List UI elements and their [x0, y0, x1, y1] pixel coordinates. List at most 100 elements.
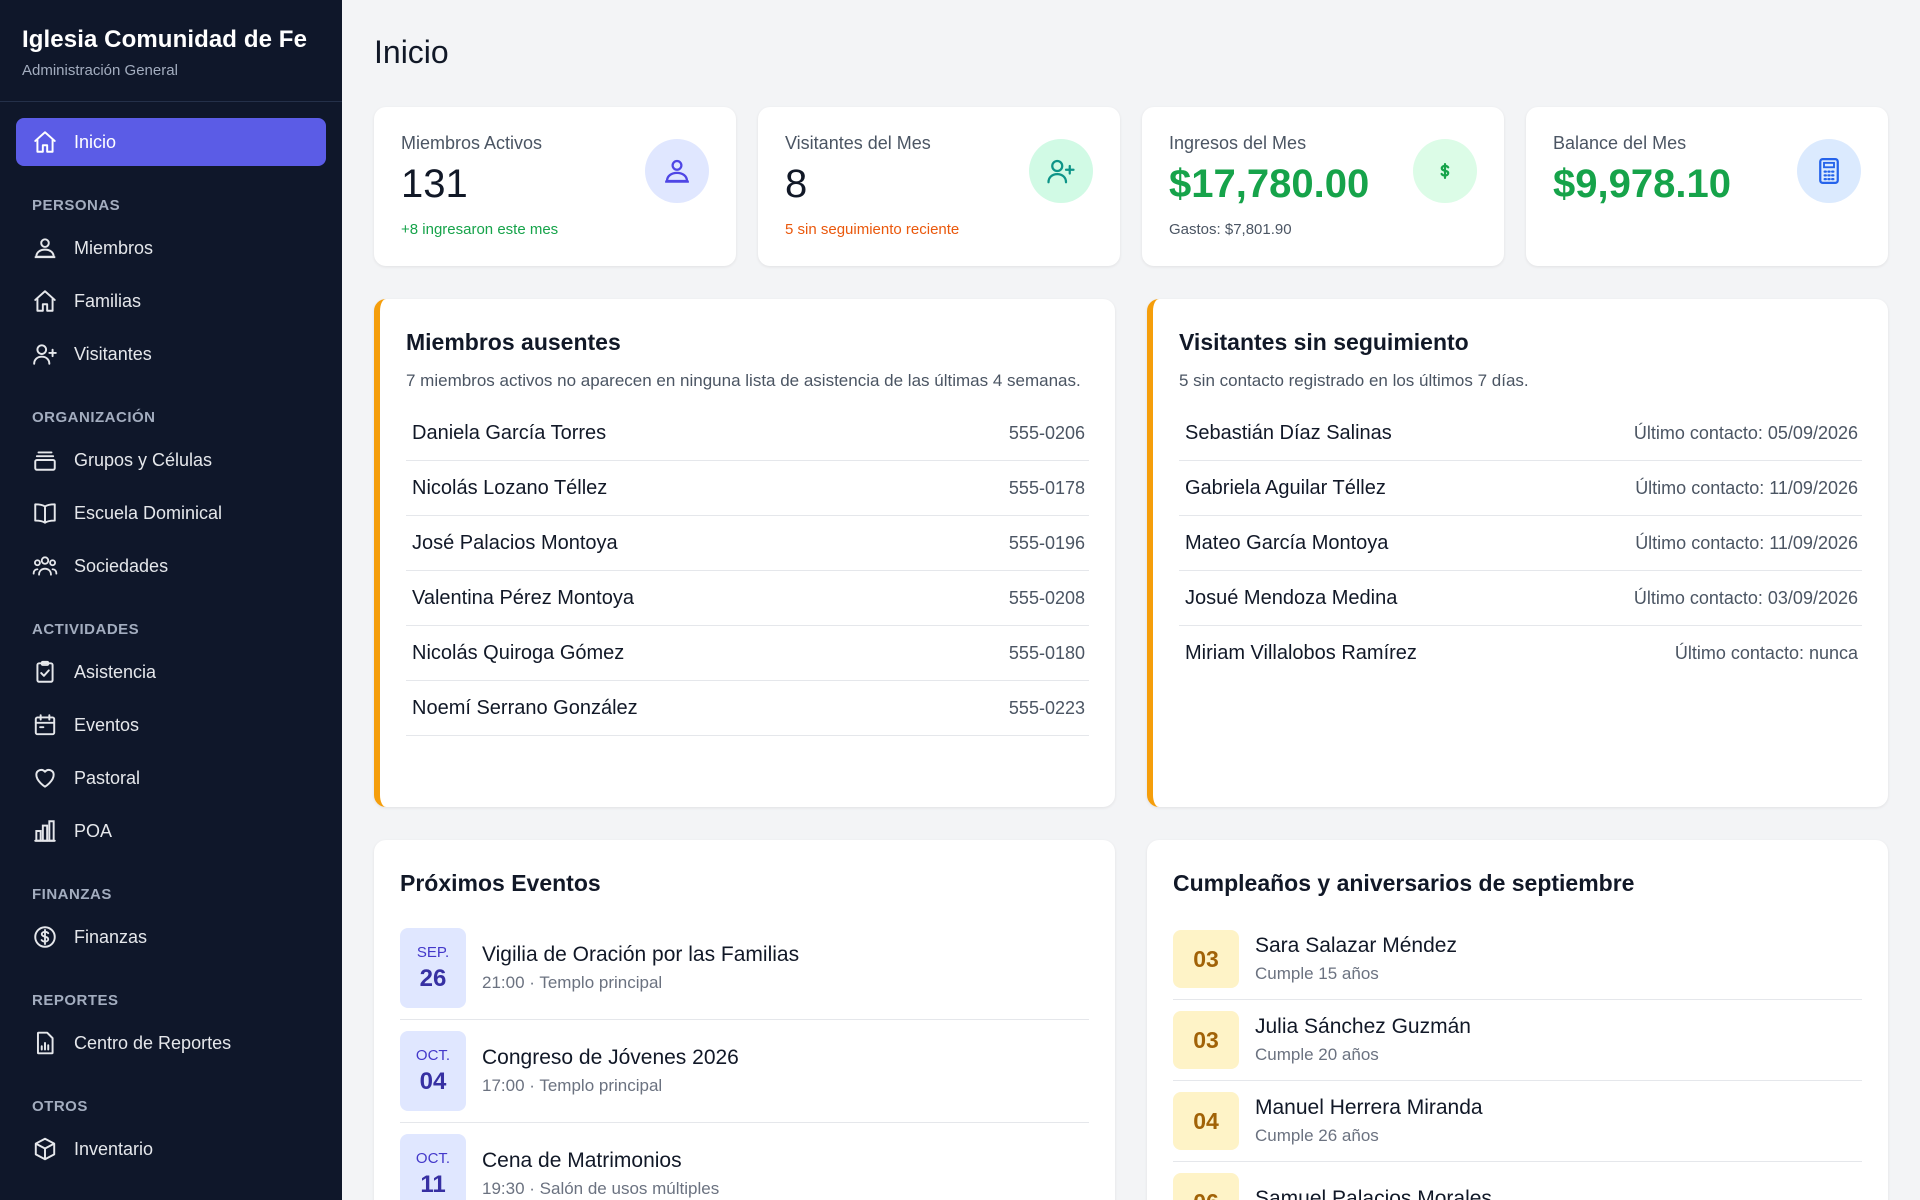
stat-card-balance: Balance del Mes $9,978.10: [1526, 107, 1888, 266]
event-meta: 21:00 · Templo principal: [482, 973, 663, 992]
member-phone: 555-0178: [1008, 477, 1085, 498]
member-phone: 555-0180: [1008, 642, 1085, 663]
sidebar-item-label: Inicio: [74, 131, 117, 152]
sidebar-section-otros: OTROS: [32, 1098, 88, 1115]
event-meta: 17:00 · Templo principal: [482, 1076, 663, 1095]
sidebar-item-label: Pastoral: [74, 767, 141, 788]
stat-note: +8 ingresaron este mes: [401, 221, 559, 238]
sidebar-item-label: Finanzas: [74, 926, 148, 947]
sidebar-item-label: Miembros: [74, 237, 154, 258]
sidebar-section-personas: PERSONAS: [32, 197, 121, 214]
list-item[interactable]: Nicolás Lozano Téllez 555-0178: [406, 461, 1089, 516]
sidebar-item-inventario[interactable]: Inventario: [16, 1125, 326, 1173]
event-date-badge: OCT. 11: [400, 1134, 466, 1200]
visitor-name: Gabriela Aguilar Téllez: [1185, 476, 1386, 499]
sidebar-item-miembros[interactable]: Miembros: [16, 224, 326, 272]
members-icon: [32, 235, 58, 261]
sidebar-item-label: Asistencia: [74, 661, 157, 682]
member-name: Nicolás Quiroga Gómez: [412, 641, 625, 664]
list-item[interactable]: Noemí Serrano González 555-0223: [406, 681, 1089, 736]
visitor-name: Josué Mendoza Medina: [1185, 586, 1398, 609]
birthday-name: Samuel Palacios Morales: [1255, 1187, 1492, 1200]
birthday-day-badge: 03: [1173, 1011, 1239, 1069]
sidebar-item-label: Eventos: [74, 714, 140, 735]
heart-icon: [32, 765, 58, 791]
sidebar-item-grupos[interactable]: Grupos y Células: [16, 436, 326, 484]
event-item[interactable]: OCT. 11 Cena de Matrimonios 19:30 · Saló…: [400, 1123, 1089, 1200]
birthday-item[interactable]: 03 Sara Salazar Méndez Cumple 15 años: [1173, 919, 1862, 1000]
list-item[interactable]: Sebastián Díaz Salinas Último contacto: 0…: [1179, 406, 1862, 461]
stat-card-visitantes: Visitantes del Mes 8 5 sin seguimiento r…: [758, 107, 1120, 266]
members-icon: [645, 139, 709, 203]
panel-title: Próximos Eventos: [400, 870, 601, 896]
visitors-followup-panel: Visitantes sin seguimiento 5 sin contact…: [1147, 299, 1888, 807]
sidebar-item-inicio[interactable]: Inicio: [16, 118, 326, 166]
brand-subtitle: Administración General: [22, 62, 178, 79]
page-title: Inicio: [374, 34, 449, 70]
report-icon: [32, 1030, 58, 1056]
sidebar-item-asistencia[interactable]: Asistencia: [16, 648, 326, 696]
birthday-item[interactable]: 03 Julia Sánchez Guzmán Cumple 20 años: [1173, 1000, 1862, 1081]
panel-title: Miembros ausentes: [406, 329, 621, 355]
event-item[interactable]: SEP. 26 Vigilia de Oración por las Famil…: [400, 917, 1089, 1020]
event-item[interactable]: OCT. 04 Congreso de Jóvenes 2026 17:00 ·…: [400, 1020, 1089, 1123]
brand-title: Iglesia Comunidad de Fe: [22, 26, 308, 53]
sidebar-section-organizacion: ORGANIZACIÓN: [32, 409, 156, 426]
list-item[interactable]: Miriam Villalobos Ramírez Último contacto…: [1179, 626, 1862, 681]
sidebar-section-reportes: REPORTES: [32, 992, 119, 1009]
sidebar-item-label: Familias: [74, 290, 142, 311]
sidebar: Iglesia Comunidad de Fe Administración G…: [0, 0, 342, 1200]
member-phone: 555-0208: [1008, 587, 1085, 608]
member-name: Valentina Pérez Montoya: [412, 586, 634, 609]
member-phone: 555-0206: [1008, 422, 1085, 443]
visitor-name: Sebastián Díaz Salinas: [1185, 421, 1392, 444]
dollar-circle-icon: [32, 924, 58, 950]
sidebar-item-escuela-dominical[interactable]: Escuela Dominical: [16, 489, 326, 537]
absent-members-panel: Miembros ausentes 7 miembros activos no …: [374, 299, 1115, 807]
list-item[interactable]: Josué Mendoza Medina Último contacto: 03/…: [1179, 571, 1862, 626]
calendar-icon: [32, 712, 58, 738]
sidebar-item-centro-reportes[interactable]: Centro de Reportes: [16, 1019, 326, 1067]
panel-description: 7 miembros activos no aparecen en ningun…: [406, 371, 1081, 390]
last-contact: Último contacto: 05/09/2026: [1633, 422, 1858, 443]
stat-card-miembros-activos: Miembros Activos 131 +8 ingresaron este …: [374, 107, 736, 266]
user-plus-icon: [32, 341, 58, 367]
birthday-name: Sara Salazar Méndez: [1255, 934, 1457, 957]
birthday-item[interactable]: 04 Manuel Herrera Miranda Cumple 26 años: [1173, 1081, 1862, 1162]
sidebar-item-label: Escuela Dominical: [74, 502, 223, 523]
list-item[interactable]: Nicolás Quiroga Gómez 555-0180: [406, 626, 1089, 681]
cube-icon: [32, 1136, 58, 1162]
main-content: Inicio Miembros Activos 131 +8 ingresaro…: [342, 0, 1920, 1200]
list-item[interactable]: José Palacios Montoya 555-0196: [406, 516, 1089, 571]
last-contact: Último contacto: 11/09/2026: [1635, 477, 1858, 498]
event-title: Vigilia de Oración por las Familias: [482, 943, 800, 966]
birthday-day-badge: 03: [1173, 930, 1239, 988]
birthday-day-badge: 06: [1173, 1173, 1239, 1200]
birthday-item[interactable]: 06 Samuel Palacios Morales: [1173, 1162, 1862, 1200]
sidebar-nav: Inicio PERSONAS Miembros Familias Visita…: [0, 102, 342, 1173]
list-item[interactable]: Gabriela Aguilar Téllez Último contacto: …: [1179, 461, 1862, 516]
birthday-name: Manuel Herrera Miranda: [1255, 1096, 1483, 1119]
sidebar-item-finanzas[interactable]: Finanzas: [16, 913, 326, 961]
event-month: OCT.: [415, 1149, 451, 1167]
sidebar-item-familias[interactable]: Familias: [16, 277, 326, 325]
list-item[interactable]: Mateo García Montoya Último contacto: 11/…: [1179, 516, 1862, 571]
sidebar-item-pastoral[interactable]: Pastoral: [16, 754, 326, 802]
birthday-day-badge: 04: [1173, 1092, 1239, 1150]
last-contact: Último contacto: nunca: [1674, 643, 1858, 663]
list-item[interactable]: Daniela García Torres 555-0206: [406, 406, 1089, 461]
bar-chart-icon: [32, 818, 58, 844]
alerts-row: Miembros ausentes 7 miembros activos no …: [374, 299, 1888, 807]
list-item[interactable]: Valentina Pérez Montoya 555-0208: [406, 571, 1089, 626]
member-name: Noemí Serrano González: [412, 696, 638, 719]
birthday-name: Julia Sánchez Guzmán: [1255, 1015, 1471, 1038]
sidebar-item-eventos[interactable]: Eventos: [16, 701, 326, 749]
sidebar-item-poa[interactable]: POA: [16, 807, 326, 855]
last-contact: Último contacto: 11/09/2026: [1635, 532, 1858, 553]
sidebar-item-visitantes[interactable]: Visitantes: [16, 330, 326, 378]
stats-row: Miembros Activos 131 +8 ingresaron este …: [374, 107, 1888, 266]
sidebar-item-label: Inventario: [74, 1138, 154, 1159]
sidebar-section-actividades: ACTIVIDADES: [32, 621, 140, 638]
sidebar-item-sociedades[interactable]: Sociedades: [16, 542, 326, 590]
member-name: Nicolás Lozano Téllez: [412, 476, 608, 499]
